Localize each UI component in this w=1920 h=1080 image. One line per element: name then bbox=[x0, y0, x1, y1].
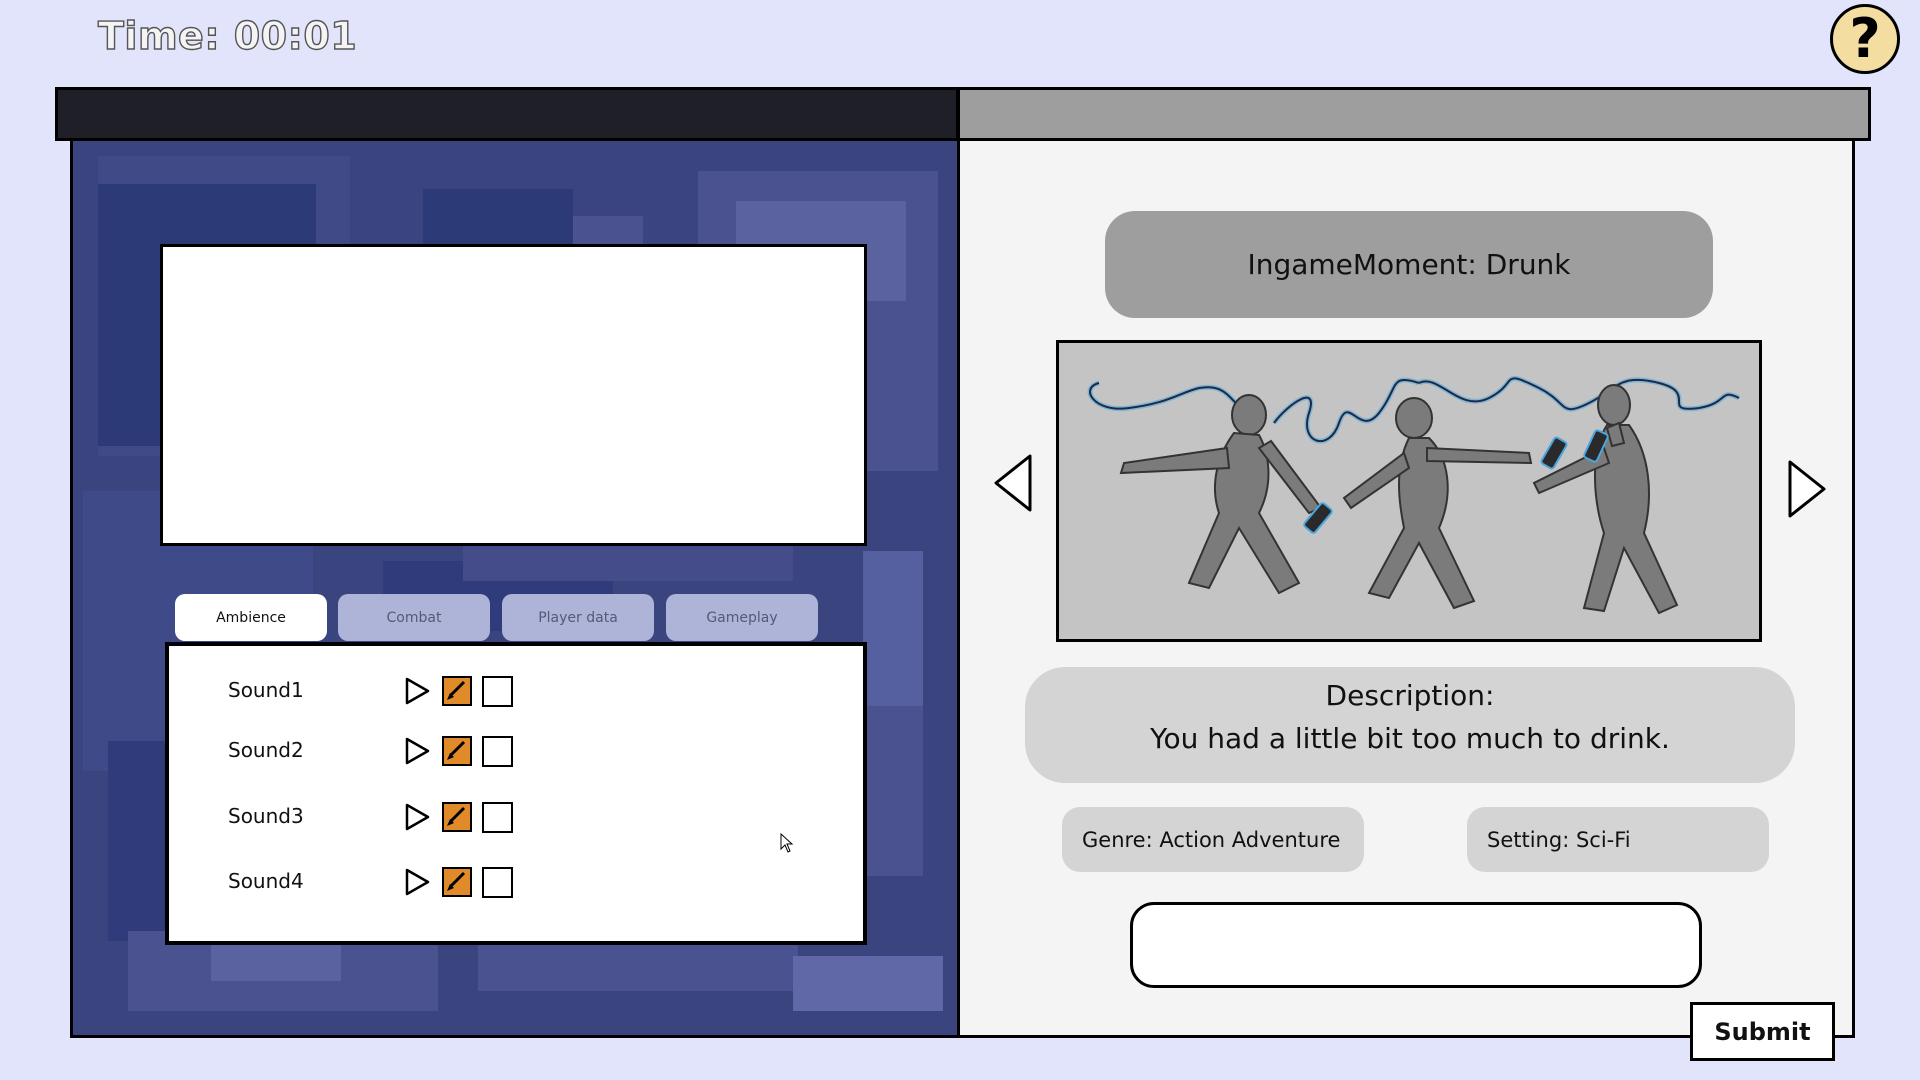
timer-display: Time: 00:01 bbox=[97, 13, 358, 58]
tab-player-data[interactable]: Player data bbox=[502, 594, 654, 641]
edit-brush-button[interactable] bbox=[442, 676, 472, 706]
chevron-right-icon[interactable] bbox=[1786, 458, 1828, 520]
submit-button[interactable]: Submit bbox=[1690, 1002, 1835, 1061]
edit-brush-button[interactable] bbox=[442, 802, 472, 832]
sound-preview-area bbox=[160, 244, 867, 546]
sound-name: Sound2 bbox=[228, 738, 304, 762]
play-icon[interactable] bbox=[403, 867, 431, 897]
setting-badge: Setting: Sci-Fi bbox=[1467, 807, 1769, 872]
description-box: Description: You had a little bit too mu… bbox=[1025, 667, 1795, 783]
decor-block bbox=[863, 706, 923, 876]
sound-checkbox[interactable] bbox=[482, 676, 513, 707]
brush-icon bbox=[447, 680, 466, 700]
sound-list: Sound1 Sound2 Sound3 Sound4 bbox=[165, 642, 867, 945]
brush-icon bbox=[447, 871, 466, 891]
decor-block bbox=[793, 956, 943, 1011]
sound-row: Sound3 bbox=[169, 796, 863, 836]
question-mark-icon: ? bbox=[1849, 7, 1881, 70]
sound-checkbox[interactable] bbox=[482, 802, 513, 833]
description-title: Description: bbox=[1325, 679, 1495, 712]
decor-block bbox=[108, 741, 168, 941]
moment-title: IngameMoment: Drunk bbox=[1105, 211, 1713, 318]
description-text: You had a little bit too much to drink. bbox=[1150, 722, 1670, 755]
sound-name: Sound4 bbox=[228, 869, 304, 893]
play-icon[interactable] bbox=[403, 736, 431, 766]
tab-gameplay[interactable]: Gameplay bbox=[666, 594, 818, 641]
sound-name: Sound3 bbox=[228, 804, 304, 828]
tab-ambience[interactable]: Ambience bbox=[175, 594, 327, 641]
sound-checkbox[interactable] bbox=[482, 736, 513, 767]
progress-bar-left bbox=[55, 87, 959, 141]
brush-icon bbox=[447, 740, 466, 760]
answer-input[interactable] bbox=[1130, 902, 1702, 988]
play-icon[interactable] bbox=[403, 802, 431, 832]
edit-brush-button[interactable] bbox=[442, 867, 472, 897]
edit-brush-button[interactable] bbox=[442, 736, 472, 766]
sound-row: Sound4 bbox=[169, 861, 863, 901]
decor-block bbox=[863, 551, 923, 706]
sound-row: Sound1 bbox=[169, 670, 863, 710]
mouse-cursor-icon bbox=[780, 833, 794, 853]
sound-row: Sound2 bbox=[169, 730, 863, 770]
chevron-left-icon[interactable] bbox=[992, 452, 1034, 514]
tab-combat[interactable]: Combat bbox=[338, 594, 490, 641]
help-button[interactable]: ? bbox=[1830, 4, 1900, 74]
genre-badge: Genre: Action Adventure bbox=[1062, 807, 1364, 872]
play-icon[interactable] bbox=[403, 676, 431, 706]
brush-icon bbox=[447, 806, 466, 826]
progress-bar-right bbox=[957, 87, 1871, 141]
sound-name: Sound1 bbox=[228, 678, 304, 702]
sound-checkbox[interactable] bbox=[482, 867, 513, 898]
drunk-figures-illustration bbox=[1059, 343, 1759, 639]
moment-illustration bbox=[1056, 340, 1762, 642]
